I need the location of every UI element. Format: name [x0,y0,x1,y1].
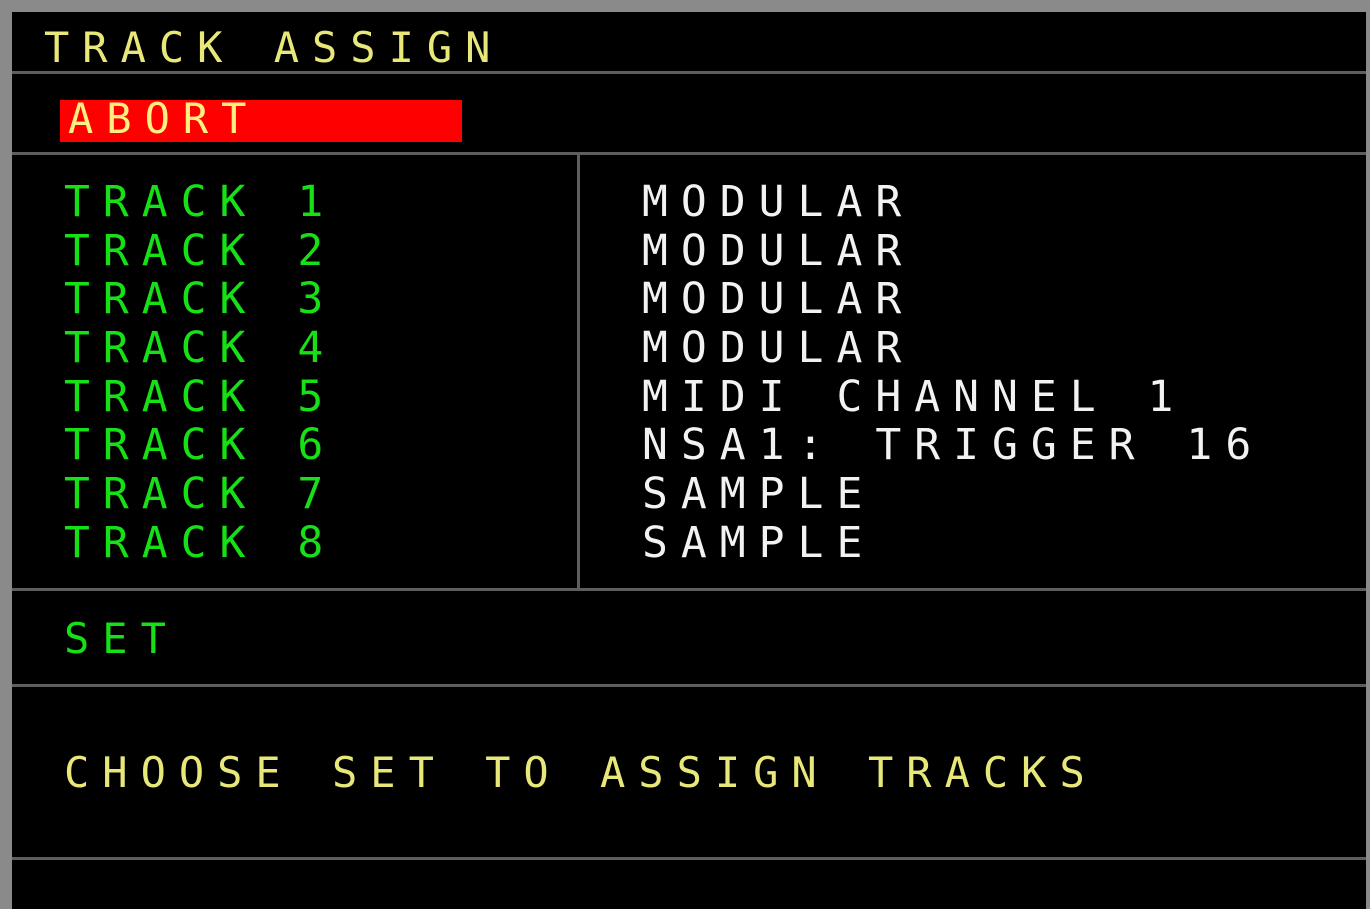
assignment-row[interactable]: SAMPLE [642,470,1264,519]
divider-set [12,684,1366,687]
assignment-row[interactable]: MODULAR [642,178,1264,227]
assignment-label: MODULAR [642,225,915,276]
assignment-label: MODULAR [642,323,915,374]
track-label: TRACK 6 [64,420,337,471]
track-label: TRACK 1 [64,177,337,227]
track-row[interactable]: TRACK 3 [64,275,336,324]
assignment-label: NSA1: TRIGGER 16 [642,420,1265,471]
divider-tracks [12,588,1366,591]
track-label: TRACK 4 [64,323,337,374]
assignment-label: MODULAR [642,274,915,325]
assignment-label: SAMPLE [642,469,876,520]
track-row[interactable]: TRACK 2 [64,227,336,276]
track-assign-screen: TRACK ASSIGN ABORT TRACK 1 TRACK 2 TRACK… [12,12,1366,909]
assignment-row[interactable]: MODULAR [642,227,1264,276]
track-label: TRACK 7 [64,469,337,520]
assignment-row[interactable]: MODULAR [642,324,1264,373]
status-message: CHOOSE SET TO ASSIGN TRACKS [64,748,1098,797]
abort-button-label: ABORT [68,94,260,143]
track-row[interactable]: TRACK 7 [64,470,336,519]
column-divider [577,152,580,588]
track-label: TRACK 5 [64,371,337,422]
track-label: TRACK 2 [64,225,337,276]
track-list: TRACK 1 TRACK 2 TRACK 3 TRACK 4 TRACK 5 … [64,178,336,568]
divider-message [12,857,1366,860]
assignment-row[interactable]: NSA1: TRIGGER 16 [642,421,1264,470]
track-row[interactable]: TRACK 5 [64,373,336,422]
set-button[interactable]: SET [64,615,179,663]
assignment-list: MODULAR MODULAR MODULAR MODULAR MIDI CHA… [642,178,1264,568]
divider-title [12,71,1366,74]
assignment-label: MIDI CHANNEL 1 [642,371,1187,422]
abort-button[interactable]: ABORT [60,95,462,143]
assignment-row[interactable]: MIDI CHANNEL 1 [642,373,1264,422]
track-row[interactable]: TRACK 4 [64,324,336,373]
assignment-label: SAMPLE [642,517,876,568]
track-label: TRACK 3 [64,274,337,325]
track-row[interactable]: TRACK 8 [64,519,336,568]
track-row[interactable]: TRACK 6 [64,421,336,470]
track-label: TRACK 8 [64,517,337,568]
assignment-label: MODULAR [642,177,915,227]
track-row[interactable]: TRACK 1 [64,178,336,227]
screen-title: TRACK ASSIGN [44,23,504,72]
assignment-row[interactable]: SAMPLE [642,519,1264,568]
divider-abort [12,152,1366,155]
assignment-row[interactable]: MODULAR [642,275,1264,324]
